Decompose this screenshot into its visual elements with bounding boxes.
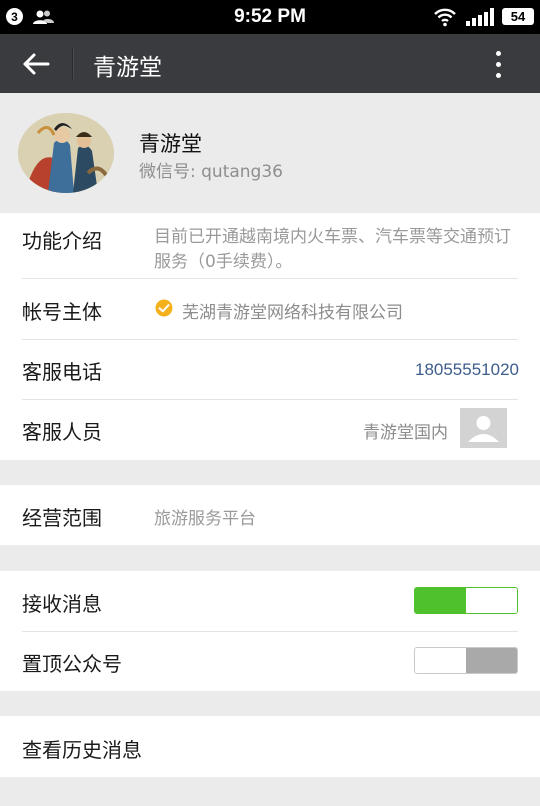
battery-icon: 54 [502,8,534,25]
back-arrow-icon [23,53,50,75]
intro-label: 功能介绍 [22,229,102,253]
view-history-label: 查看历史消息 [22,738,142,762]
history-section: 查看历史消息 [0,716,540,777]
avatar-painting-icon [18,113,114,193]
intro-text: 目前已开通越南境内火车票、汽车票等交通预订服务（0手续费）。 [154,227,511,272]
wifi-icon [434,8,456,27]
more-vertical-icon [495,50,501,56]
settings-section: 接收消息 置顶公众号 [0,571,540,691]
toggle-fill [466,648,517,673]
back-button[interactable] [16,44,56,84]
scope-row: 经营范围 旅游服务平台 [0,485,540,545]
toggle-fill [415,588,466,613]
receive-messages-toggle[interactable] [414,587,518,614]
scope-value: 旅游服务平台 [154,509,256,529]
account-avatar[interactable] [18,113,114,193]
verified-icon [155,299,173,317]
wechat-id: 微信号: qutang36 [139,162,283,182]
service-phone-row[interactable]: 客服电话 18055551020 [0,339,540,399]
status-bar: 3 9:52 PM 54 [0,0,540,34]
view-history-row[interactable]: 查看历史消息 [0,716,540,777]
receive-messages-row: 接收消息 [0,571,540,631]
service-phone-link[interactable]: 18055551020 [415,360,519,380]
pin-account-label: 置顶公众号 [22,652,122,676]
staff-avatar[interactable] [460,408,507,448]
business-section: 经营范围 旅游服务平台 [0,485,540,545]
service-phone-label: 客服电话 [22,360,102,384]
account-name: 青游堂 [139,132,202,156]
title-bar: 青游堂 [0,34,540,93]
default-user-icon [468,416,499,442]
pin-account-toggle[interactable] [414,647,518,674]
service-staff-row[interactable]: 客服人员 青游堂国内 [0,399,540,460]
page-title: 青游堂 [93,55,162,81]
account-owner-row[interactable]: 帐号主体 芜湖青游堂网络科技有限公司 [0,278,540,339]
intro-row: 功能介绍 目前已开通越南境内火车票、汽车票等交通预订服务（0手续费）。 [0,213,540,278]
more-menu-button[interactable] [484,44,512,84]
more-dot [495,72,501,78]
account-owner-label: 帐号主体 [22,300,102,324]
signal-icon [466,8,494,26]
info-section: 功能介绍 目前已开通越南境内火车票、汽车票等交通预订服务（0手续费）。 帐号主体… [0,213,540,460]
service-staff-label: 客服人员 [22,420,102,444]
service-staff-name: 青游堂国内 [363,423,448,443]
pin-account-row: 置顶公众号 [0,631,540,691]
scope-label: 经营范围 [22,506,102,530]
profile-header: 青游堂 微信号: qutang36 [0,93,540,213]
clock: 9:52 PM [234,6,306,27]
receive-messages-label: 接收消息 [22,592,102,616]
toggle-knob [466,588,517,613]
more-dot [495,61,501,67]
toggle-knob [415,648,466,673]
title-divider [72,48,74,79]
account-owner-value: 芜湖青游堂网络科技有限公司 [182,303,403,323]
